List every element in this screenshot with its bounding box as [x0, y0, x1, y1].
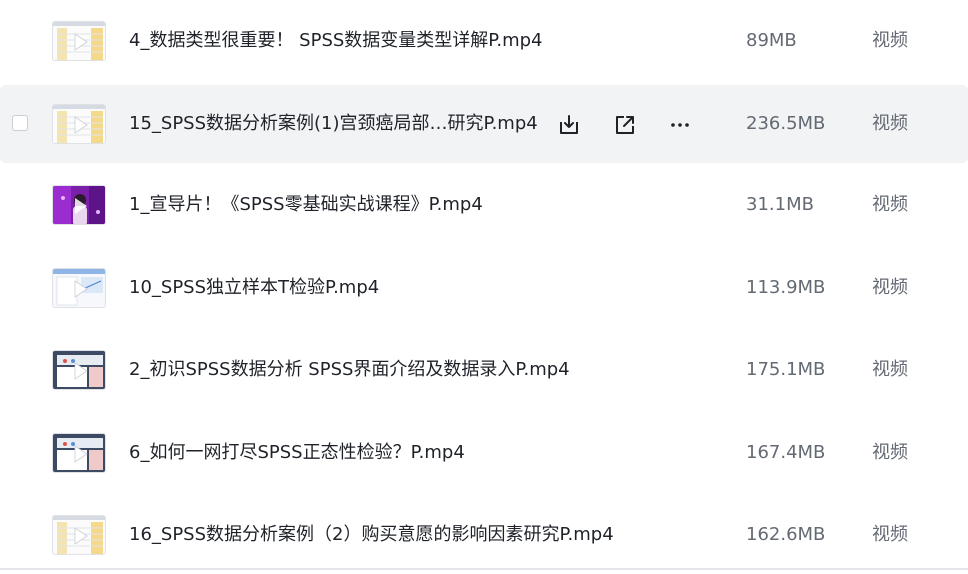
share-button[interactable] — [612, 112, 638, 138]
file-row-hovered[interactable]: 15_SPSS数据分析案例(1)宫颈癌局部…研究P.mp4 236.5MB 视频 — [0, 85, 968, 163]
file-type: 视频 — [872, 113, 908, 134]
file-size: 162.6MB — [746, 524, 826, 545]
file-name[interactable]: 2_初识SPSS数据分析 SPSS界面介绍及数据录入P.mp4 — [129, 358, 570, 382]
file-size: 31.1MB — [746, 194, 814, 215]
file-size: 236.5MB — [746, 113, 826, 134]
file-name[interactable]: 4_数据类型很重要！ SPSS数据变量类型详解P.mp4 — [129, 29, 543, 53]
file-row[interactable]: 10_SPSS独立样本T检验P.mp4 113.9MB 视频 — [0, 249, 968, 327]
file-row[interactable]: 4_数据类型很重要！ SPSS数据变量类型详解P.mp4 89MB 视频 — [0, 2, 968, 80]
file-name[interactable]: 1_宣导片！《SPSS零基础实战课程》P.mp4 — [129, 193, 483, 217]
video-thumbnail[interactable] — [52, 268, 106, 308]
file-row[interactable]: 1_宣导片！《SPSS零基础实战课程》P.mp4 31.1MB 视频 — [0, 166, 968, 244]
file-name[interactable]: 10_SPSS独立样本T检验P.mp4 — [129, 276, 379, 300]
more-icon — [671, 123, 689, 127]
row-checkbox[interactable] — [12, 115, 28, 131]
file-size: 89MB — [746, 30, 797, 51]
file-type: 视频 — [872, 194, 908, 215]
file-row[interactable]: 16_SPSS数据分析案例（2）购买意愿的影响因素研究P.mp4 162.6MB… — [0, 496, 968, 574]
video-thumbnail[interactable] — [52, 433, 106, 473]
video-thumbnail[interactable] — [52, 21, 106, 61]
file-list: 4_数据类型很重要！ SPSS数据变量类型详解P.mp4 89MB 视频 15_… — [0, 0, 968, 570]
more-button[interactable] — [667, 112, 693, 138]
video-thumbnail[interactable] — [52, 350, 106, 390]
video-thumbnail[interactable] — [52, 515, 106, 555]
file-name[interactable]: 6_如何一网打尽SPSS正态性检验？P.mp4 — [129, 441, 465, 465]
file-size: 167.4MB — [746, 442, 826, 463]
file-name[interactable]: 15_SPSS数据分析案例(1)宫颈癌局部…研究P.mp4 — [129, 112, 538, 136]
share-icon — [616, 116, 634, 134]
file-type: 视频 — [872, 442, 908, 463]
file-row[interactable]: 2_初识SPSS数据分析 SPSS界面介绍及数据录入P.mp4 175.1MB … — [0, 331, 968, 409]
video-thumbnail[interactable] — [52, 185, 106, 225]
download-button[interactable] — [556, 112, 582, 138]
file-row[interactable]: 6_如何一网打尽SPSS正态性检验？P.mp4 167.4MB 视频 — [0, 414, 968, 492]
file-type: 视频 — [872, 359, 908, 380]
file-size: 175.1MB — [746, 359, 826, 380]
file-type: 视频 — [872, 30, 908, 51]
file-type: 视频 — [872, 277, 908, 298]
file-type: 视频 — [872, 524, 908, 545]
file-size: 113.9MB — [746, 277, 826, 298]
file-name[interactable]: 16_SPSS数据分析案例（2）购买意愿的影响因素研究P.mp4 — [129, 523, 614, 547]
download-icon — [560, 115, 578, 134]
video-thumbnail[interactable] — [52, 104, 106, 144]
